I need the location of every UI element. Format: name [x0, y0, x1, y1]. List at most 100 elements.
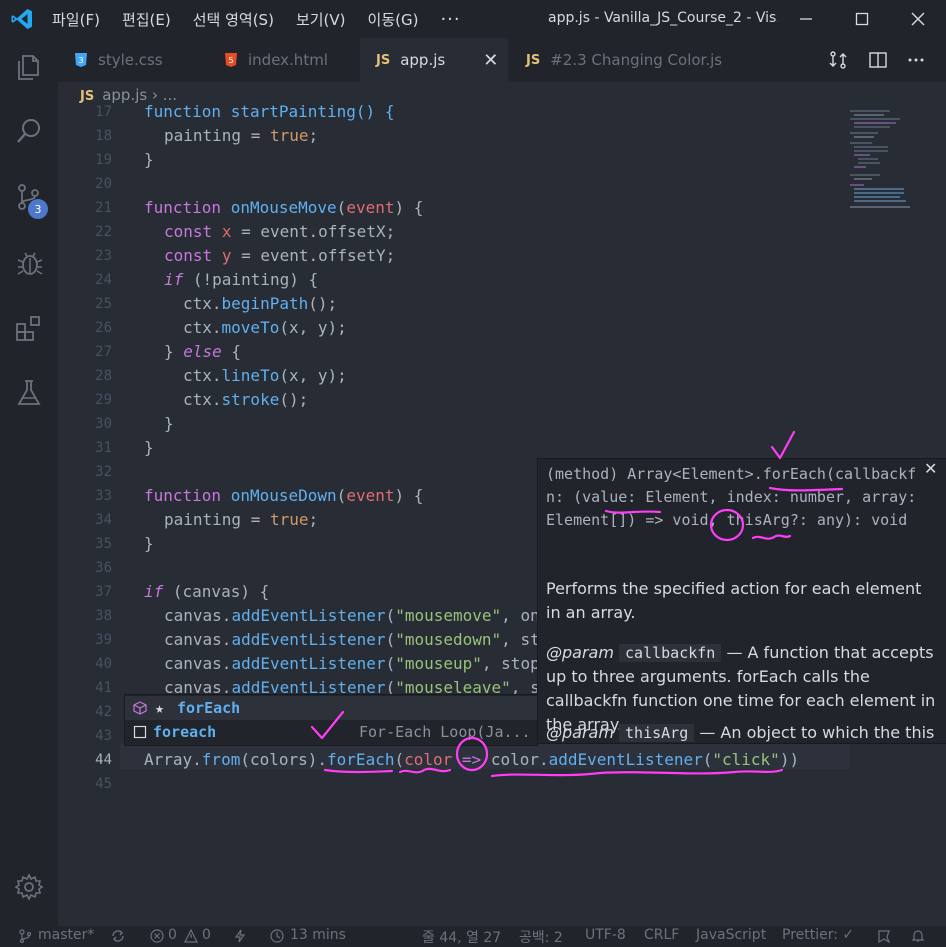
debug-icon[interactable] [14, 248, 44, 278]
code-text: ctx.moveTo(x, y); [183, 318, 347, 337]
tab-label: index.html [248, 51, 328, 69]
search-icon[interactable] [14, 116, 44, 146]
status-indentation[interactable]: 공백: 2 [519, 927, 563, 947]
minimize-button[interactable] [778, 0, 834, 38]
code-text: canvas.addEventListener("mousedown", st [164, 630, 540, 649]
code-text: painting = true; [164, 510, 319, 529]
status-bar: master* 0 0 13 mins 줄 44, 열 27 공백: 2 UTF… [0, 926, 946, 946]
svg-text:3: 3 [78, 56, 83, 65]
hover-param-thisarg: @param thisArg — An object to which the … [546, 723, 935, 742]
code-line: 18 painting = true; [58, 124, 946, 148]
maximize-button[interactable] [834, 0, 890, 38]
extensions-icon[interactable] [14, 314, 44, 344]
star-icon: ★ [155, 699, 165, 717]
code-text: function onMouseMove(event) { [144, 198, 424, 217]
tab-index-html[interactable]: 5 index.html [224, 38, 360, 82]
tab-changing-color-js[interactable]: JS #2.3 Changing Color.js [526, 38, 786, 82]
code-line: 31} [58, 436, 946, 460]
code-text: } [164, 414, 174, 433]
code-line: 26 ctx.moveTo(x, y); [58, 316, 946, 340]
activity-bar: 3 [0, 38, 58, 926]
hover-close-icon[interactable]: ✕ [924, 459, 937, 478]
code-text: const x = event.offsetX; [164, 222, 396, 241]
method-cube-icon [133, 701, 147, 715]
code-text: ctx.lineTo(x, y); [183, 366, 347, 385]
split-editor-icon[interactable] [868, 50, 888, 70]
tab-style-css[interactable]: 3 style.css [74, 38, 214, 82]
title-bar: 파일(F) 편집(E) 선택 영역(S) 보기(V) 이동(G) ··· app… [0, 0, 946, 38]
code-line: 22 const x = event.offsetX; [58, 220, 946, 244]
suggest-item-foreach-method[interactable]: ★ forEach [125, 696, 537, 720]
explorer-icon[interactable] [14, 52, 44, 82]
status-encoding[interactable]: UTF-8 [585, 927, 626, 943]
tab-app-js[interactable]: JS app.js ✕ [360, 38, 508, 82]
more-actions-icon[interactable] [906, 50, 926, 70]
settings-gear-icon[interactable] [14, 872, 44, 902]
code-line: 25 ctx.beginPath(); [58, 292, 946, 316]
tab-bar: 3 style.css 5 index.html JS app.js ✕ JS … [58, 38, 946, 82]
menu-file[interactable]: 파일(F) [52, 9, 100, 30]
code-line: 27} else { [58, 340, 946, 364]
error-icon[interactable] [150, 929, 164, 943]
compare-changes-icon[interactable] [828, 50, 848, 70]
editor-area[interactable]: JS app.js › ... 17 function startPainting(… [58, 82, 946, 926]
minimize-icon [800, 18, 812, 20]
code-line: 28 ctx.lineTo(x, y); [58, 364, 946, 388]
status-eol[interactable]: CRLF [644, 927, 679, 943]
snippet-icon [133, 725, 147, 739]
scm-badge: 3 [28, 199, 48, 219]
tab-label: style.css [98, 51, 163, 69]
html-file-icon: 5 [225, 53, 237, 67]
vscode-logo-icon [11, 9, 32, 29]
css-file-icon: 3 [75, 53, 87, 67]
hover-description: Performs the specified action for each e… [546, 579, 922, 622]
minimap[interactable] [848, 108, 938, 208]
branch-icon [19, 929, 32, 943]
close-icon [911, 12, 925, 26]
tab-label: #2.3 Changing Color.js [550, 51, 723, 69]
code-text: Array.from(colors).forEach(color => colo… [144, 750, 800, 769]
svg-text:5: 5 [228, 56, 233, 65]
code-line: 20 [95, 176, 112, 192]
feedback-icon[interactable] [876, 929, 892, 943]
suggest-widget: ★ forEach foreach For-Each Loop(Ja... [124, 694, 538, 746]
menu-edit[interactable]: 편집(E) [122, 9, 171, 30]
tab-close-icon[interactable]: ✕ [483, 50, 498, 71]
maximize-icon [855, 12, 869, 26]
suggest-label: foreach [153, 723, 217, 741]
code-line: 23 const y = event.offsetY; [58, 244, 946, 268]
testing-icon[interactable] [14, 378, 44, 408]
code-text: ctx.stroke(); [183, 390, 309, 409]
window-title: app.js - Vanilla_JS_Course_2 - Vis... [548, 10, 778, 26]
code-text: } [144, 150, 154, 169]
notifications-bell-icon[interactable] [910, 929, 926, 943]
suggest-item-foreach-snippet[interactable]: foreach For-Each Loop(Ja... [125, 720, 537, 744]
menu-selection[interactable]: 선택 영역(S) [193, 9, 274, 30]
lightning-icon[interactable] [234, 929, 246, 943]
status-errors[interactable]: 0 [168, 927, 177, 943]
sync-icon[interactable] [110, 929, 126, 943]
code-line: 19} [58, 148, 946, 172]
code-line-current: 44 Array.from(colors).forEach(color => co… [58, 748, 946, 772]
status-branch[interactable]: master* [38, 927, 94, 943]
warning-icon[interactable] [184, 929, 198, 943]
code-text: } else { [164, 342, 242, 361]
clock-icon [270, 929, 284, 943]
menu-go[interactable]: 이동(G) [368, 9, 419, 30]
code-line: 24 if (!painting) { [58, 268, 946, 292]
close-window-button[interactable] [890, 0, 946, 38]
menu-more-icon[interactable]: ··· [440, 9, 460, 30]
status-prettier[interactable]: Prettier: ✓ [782, 927, 854, 943]
code-text: canvas.addEventListener("mousemove", on [164, 606, 540, 625]
menu-view[interactable]: 보기(V) [296, 9, 346, 30]
code-text: painting = true; [164, 126, 319, 145]
status-cursor-position[interactable]: 줄 44, 열 27 [422, 927, 501, 947]
code-text: function onMouseDown(event) { [144, 486, 424, 505]
code-line: 21 function onMouseMove(event) { [58, 196, 946, 220]
code-text: } [144, 438, 154, 457]
status-time[interactable]: 13 mins [290, 927, 346, 943]
status-warnings[interactable]: 0 [202, 927, 211, 943]
hover-signature: (method) Array<Element>.forEach(callback… [546, 465, 926, 529]
js-file-icon: JS [376, 52, 391, 68]
status-language[interactable]: JavaScript [696, 927, 766, 943]
